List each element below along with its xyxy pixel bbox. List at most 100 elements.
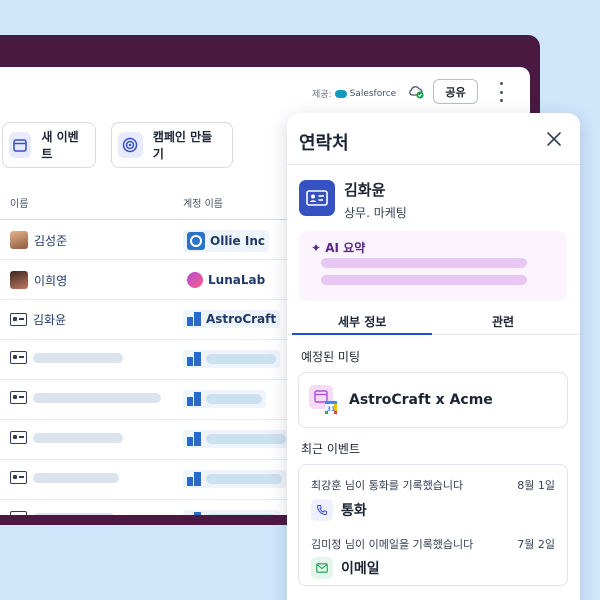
building-icon <box>187 352 201 366</box>
loading-placeholder <box>33 512 115 515</box>
ai-summary-loading-bar <box>321 258 527 268</box>
contact-card-icon <box>10 511 27 515</box>
building-icon <box>187 512 201 515</box>
avatar <box>10 271 28 289</box>
contact-name-link[interactable]: 김화윤 <box>33 311 66 328</box>
account-placeholder <box>183 350 280 368</box>
account-name: AstroCraft <box>206 312 277 326</box>
account-cell: AstroCraft <box>183 310 281 328</box>
building-icon <box>187 472 201 486</box>
active-tab-indicator <box>292 333 432 335</box>
loading-placeholder <box>33 392 161 403</box>
loading-placeholder <box>206 434 286 444</box>
close-icon[interactable] <box>546 131 562 147</box>
google-calendar-icon: 31 <box>309 385 337 415</box>
mail-icon <box>311 557 333 579</box>
recent-events-label: 최근 이벤트 <box>301 442 361 456</box>
panel-title: 연락처 <box>299 133 349 154</box>
building-icon <box>187 432 201 446</box>
contact-card-icon <box>10 351 27 364</box>
account-cell <box>183 430 290 448</box>
create-campaign-button[interactable]: 캠페인 만들기 <box>111 122 233 168</box>
contact-card-icon <box>10 431 27 444</box>
top-toolbar: 제공: Salesforce 공유 <box>0 67 530 115</box>
account-link[interactable]: AstroCraft <box>183 310 281 328</box>
name-cell: 김화윤 <box>10 311 66 328</box>
column-header-account[interactable]: 계정 이름 <box>183 195 223 210</box>
create-campaign-label: 캠페인 만들기 <box>152 130 213 161</box>
upcoming-meetings-label: 예정된 미팅 <box>301 350 361 364</box>
target-icon <box>118 132 143 158</box>
building-icon <box>187 392 201 406</box>
panel-divider <box>287 164 580 165</box>
account-placeholder <box>183 390 266 408</box>
account-placeholder <box>183 470 286 488</box>
contact-card-icon <box>299 180 335 216</box>
lunalab-logo-icon <box>187 272 203 288</box>
loading-placeholder <box>206 514 276 515</box>
loading-placeholder <box>33 472 119 483</box>
more-options-icon[interactable] <box>496 82 506 102</box>
svg-text:31: 31 <box>327 406 335 413</box>
tab-related[interactable]: 관련 <box>492 313 514 330</box>
new-event-button[interactable]: 새 이벤트 <box>2 122 96 168</box>
recent-events-card: 최강훈 님이 통화를 기록했습니다 8월 1일 통화 김미정 님이 이메일을 기… <box>298 464 568 586</box>
loading-placeholder <box>33 432 123 443</box>
powered-by: 제공: Salesforce <box>312 87 397 101</box>
name-cell: 이희영 <box>10 271 67 289</box>
share-button[interactable]: 공유 <box>433 79 478 104</box>
event-date: 8월 1일 <box>517 479 555 492</box>
contact-name: 김화윤 <box>344 181 386 199</box>
calendar-icon <box>9 132 32 158</box>
contact-card-icon <box>10 391 27 404</box>
account-link[interactable]: LunaLab <box>183 270 269 290</box>
loading-placeholder <box>206 394 262 404</box>
cloud-sync-icon[interactable] <box>408 85 424 99</box>
event-date: 7월 2일 <box>517 538 555 551</box>
loading-placeholder <box>206 354 276 364</box>
contact-panel: 연락처 김화윤 상무. 마케팅 ✦ AI 요약 세부 정보 관련 예정된 미팅 … <box>287 113 580 600</box>
account-name: LunaLab <box>208 273 266 287</box>
event-description: 김미정 님이 이메일을 기록했습니다 <box>311 538 474 551</box>
account-placeholder <box>183 430 290 448</box>
event-type[interactable]: 통화 <box>341 500 367 520</box>
ollie-logo-icon <box>187 232 205 250</box>
salesforce-cloud-icon <box>334 89 347 98</box>
meeting-card[interactable]: 31 AstroCraft x Acme <box>298 372 568 428</box>
ai-summary-loading-bar <box>321 275 527 285</box>
contact-name-link[interactable]: 김성준 <box>34 232 67 249</box>
contact-card-icon <box>10 313 27 326</box>
meeting-title: AstroCraft x Acme <box>349 392 493 408</box>
building-icon <box>187 312 201 326</box>
name-cell <box>10 431 123 444</box>
account-cell <box>183 510 280 515</box>
avatar <box>10 231 28 249</box>
name-cell <box>10 351 123 364</box>
powered-by-label: 제공: <box>312 90 332 100</box>
loading-placeholder <box>206 474 282 484</box>
provider-name: Salesforce <box>349 88 397 99</box>
event-type[interactable]: 이메일 <box>341 558 380 578</box>
event-description: 최강훈 님이 통화를 기록했습니다 <box>311 479 464 492</box>
account-cell <box>183 470 286 488</box>
phone-icon <box>311 499 333 521</box>
name-cell: 김성준 <box>10 231 67 249</box>
column-header-name[interactable]: 이름 <box>10 195 28 210</box>
tab-details[interactable]: 세부 정보 <box>338 313 386 330</box>
contact-name-link[interactable]: 이희영 <box>34 272 67 289</box>
account-cell <box>183 350 280 368</box>
account-link[interactable]: Ollie Inc <box>183 230 269 252</box>
new-event-label: 새 이벤트 <box>41 130 79 161</box>
contact-card-icon <box>10 471 27 484</box>
name-cell <box>10 511 115 515</box>
name-cell <box>10 391 161 404</box>
contact-role: 상무. 마케팅 <box>344 206 407 220</box>
account-placeholder <box>183 510 280 515</box>
account-cell: Ollie Inc <box>183 230 269 252</box>
account-cell: LunaLab <box>183 270 269 290</box>
loading-placeholder <box>33 352 123 363</box>
account-name: Ollie Inc <box>210 234 265 248</box>
ai-summary-box: ✦ AI 요약 <box>299 231 567 301</box>
name-cell <box>10 471 119 484</box>
account-cell <box>183 390 266 408</box>
